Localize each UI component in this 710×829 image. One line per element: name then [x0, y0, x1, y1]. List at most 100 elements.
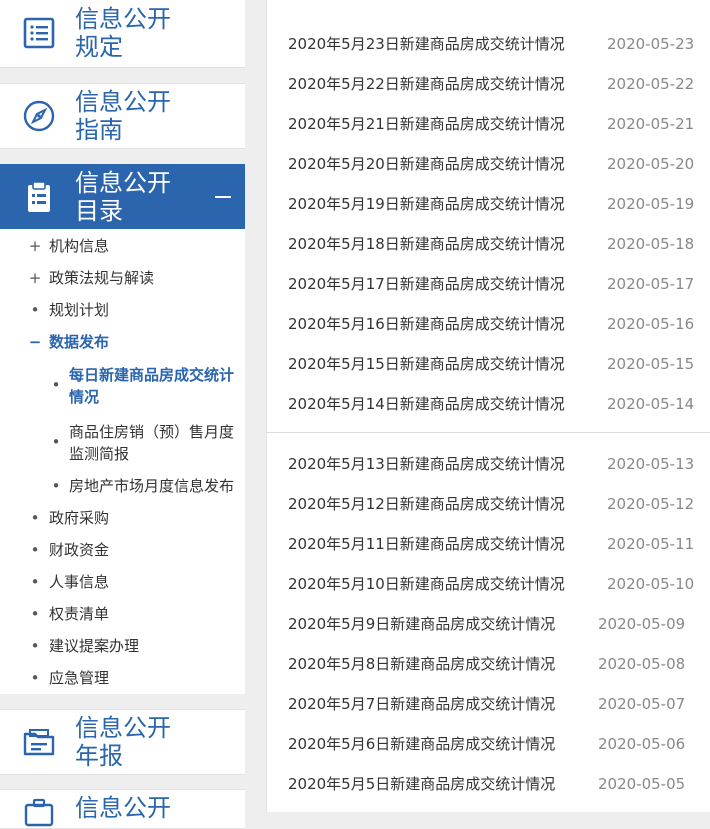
article-date: 2020-05-12 — [607, 495, 695, 513]
section-catalog-title: 信息公开 目录 — [75, 169, 195, 225]
article-row: 2020年5月7日新建商品房成交统计情况 2020-05-07 — [267, 691, 710, 717]
tree-item-label: 应急管理 — [49, 669, 110, 687]
article-date: 2020-05-19 — [607, 195, 695, 213]
section-title-line: 信息公开 — [75, 5, 171, 33]
article-link[interactable]: 2020年5月11日新建商品房成交统计情况 — [288, 531, 565, 557]
article-row: 2020年5月9日新建商品房成交统计情况 2020-05-09 — [267, 611, 710, 637]
article-link[interactable]: 2020年5月5日新建商品房成交统计情况 — [288, 771, 555, 797]
sub-item-label: 每日新建商品房成交统计情况 — [69, 366, 235, 406]
briefcase-icon — [24, 798, 54, 827]
article-link[interactable]: 2020年5月21日新建商品房成交统计情况 — [288, 111, 565, 137]
article-link[interactable]: 2020年5月22日新建商品房成交统计情况 — [288, 71, 565, 97]
article-link[interactable]: 2020年5月10日新建商品房成交统计情况 — [288, 571, 565, 597]
section-title-line: 信息公开 — [75, 794, 171, 822]
article-row: 2020年5月8日新建商品房成交统计情况 2020-05-08 — [267, 651, 710, 677]
article-row: 2020年5月19日新建商品房成交统计情况 2020-05-19 — [267, 191, 710, 217]
section-annual-report-title: 信息公开 年报 — [75, 714, 195, 770]
section-title-line: 信息公开 — [75, 714, 171, 742]
article-row: 2020年5月11日新建商品房成交统计情况 2020-05-11 — [267, 531, 710, 557]
collapse-icon[interactable] — [215, 195, 231, 198]
collapse-minus-icon[interactable]: − — [28, 331, 42, 353]
expand-plus-icon[interactable]: + — [28, 235, 42, 257]
section-regulations[interactable]: 信息公开 规定 — [0, 0, 245, 68]
article-list-panel: 2020年5月23日新建商品房成交统计情况 2020-05-23 2020年5月22… — [266, 0, 710, 812]
article-link[interactable]: 2020年5月6日新建商品房成交统计情况 — [288, 731, 555, 757]
section-title-line: 信息公开 — [75, 168, 171, 197]
sidebar: 信息公开 规定 信息公开 指南 信息公开 目录 + 机构信息 + 政策法规与解读… — [0, 0, 246, 829]
section-next[interactable]: 信息公开 — [0, 789, 245, 829]
article-link[interactable]: 2020年5月15日新建商品房成交统计情况 — [288, 351, 565, 377]
bullet-icon: • — [30, 509, 40, 527]
article-row: 2020年5月6日新建商品房成交统计情况 2020-05-06 — [267, 731, 710, 757]
article-row: 2020年5月12日新建商品房成交统计情况 2020-05-12 — [267, 491, 710, 517]
article-date: 2020-05-05 — [598, 775, 686, 793]
bullet-icon: • — [30, 301, 40, 319]
article-link[interactable]: 2020年5月7日新建商品房成交统计情况 — [288, 691, 555, 717]
bullet-icon: • — [30, 573, 40, 591]
tree-item-label: 建议提案办理 — [49, 637, 140, 655]
tree-item-label: 人事信息 — [49, 573, 110, 591]
article-date: 2020-05-23 — [607, 35, 695, 53]
article-row: 2020年5月16日新建商品房成交统计情况 2020-05-16 — [267, 311, 710, 337]
article-link[interactable]: 2020年5月14日新建商品房成交统计情况 — [288, 391, 565, 417]
tree-item-label: 财政资金 — [49, 541, 110, 559]
section-title-line: 信息公开 — [75, 88, 171, 116]
article-row: 2020年5月20日新建商品房成交统计情况 2020-05-20 — [267, 151, 710, 177]
expand-plus-icon[interactable]: + — [28, 267, 42, 289]
bullet-icon: • — [51, 433, 61, 451]
list-divider — [267, 432, 710, 433]
section-title-line: 指南 — [75, 116, 123, 144]
article-date: 2020-05-07 — [598, 695, 686, 713]
tree-item-label: 政策法规与解读 — [49, 269, 155, 287]
bullet-icon: • — [51, 376, 61, 394]
bullet-icon: • — [30, 637, 40, 655]
article-date: 2020-05-10 — [607, 575, 695, 593]
article-row: 2020年5月17日新建商品房成交统计情况 2020-05-17 — [267, 271, 710, 297]
article-link[interactable]: 2020年5月8日新建商品房成交统计情况 — [288, 651, 555, 677]
bullet-icon: • — [30, 541, 40, 559]
article-link[interactable]: 2020年5月17日新建商品房成交统计情况 — [288, 271, 565, 297]
section-guide[interactable]: 信息公开 指南 — [0, 83, 245, 149]
bullet-icon: • — [30, 669, 40, 687]
section-title-line: 规定 — [75, 33, 123, 61]
document-list-icon — [23, 17, 55, 49]
article-date: 2020-05-21 — [607, 115, 695, 133]
article-row: 2020年5月13日新建商品房成交统计情况 2020-05-13 — [267, 451, 710, 477]
article-date: 2020-05-09 — [598, 615, 686, 633]
article-row: 2020年5月10日新建商品房成交统计情况 2020-05-10 — [267, 571, 710, 597]
article-date: 2020-05-18 — [607, 235, 695, 253]
article-link[interactable]: 2020年5月12日新建商品房成交统计情况 — [288, 491, 565, 517]
tree-item-label: 数据发布 — [49, 333, 110, 351]
section-next-title: 信息公开 — [75, 794, 195, 822]
tree-item-label: 政府采购 — [49, 509, 110, 527]
article-row: 2020年5月15日新建商品房成交统计情况 2020-05-15 — [267, 351, 710, 377]
article-link[interactable]: 2020年5月23日新建商品房成交统计情况 — [288, 31, 565, 57]
article-link[interactable]: 2020年5月19日新建商品房成交统计情况 — [288, 191, 565, 217]
tree-item-label: 机构信息 — [49, 237, 110, 255]
article-link[interactable]: 2020年5月18日新建商品房成交统计情况 — [288, 231, 565, 257]
tree-item-label: 权责清单 — [49, 605, 110, 623]
article-date: 2020-05-22 — [607, 75, 695, 93]
article-row: 2020年5月14日新建商品房成交统计情况 2020-05-14 — [267, 391, 710, 417]
article-date: 2020-05-08 — [598, 655, 686, 673]
article-date: 2020-05-20 — [607, 155, 695, 173]
compass-icon — [23, 100, 55, 132]
article-date: 2020-05-17 — [607, 275, 695, 293]
section-catalog[interactable]: 信息公开 目录 — [0, 164, 245, 229]
article-link[interactable]: 2020年5月20日新建商品房成交统计情况 — [288, 151, 565, 177]
article-row: 2020年5月5日新建商品房成交统计情况 2020-05-05 — [267, 771, 710, 797]
article-date: 2020-05-14 — [607, 395, 695, 413]
section-title-line: 目录 — [75, 196, 123, 225]
folder-icon — [23, 729, 55, 756]
clipboard-icon — [28, 180, 50, 212]
article-date: 2020-05-15 — [607, 355, 695, 373]
section-annual-report[interactable]: 信息公开 年报 — [0, 709, 245, 775]
article-date: 2020-05-16 — [607, 315, 695, 333]
article-row: 2020年5月22日新建商品房成交统计情况 2020-05-22 — [267, 71, 710, 97]
article-link[interactable]: 2020年5月9日新建商品房成交统计情况 — [288, 611, 555, 637]
sub-item-label: 房地产市场月度信息发布 — [69, 477, 235, 495]
article-date: 2020-05-11 — [607, 535, 695, 553]
article-link[interactable]: 2020年5月16日新建商品房成交统计情况 — [288, 311, 565, 337]
article-date: 2020-05-13 — [607, 455, 695, 473]
article-link[interactable]: 2020年5月13日新建商品房成交统计情况 — [288, 451, 565, 477]
